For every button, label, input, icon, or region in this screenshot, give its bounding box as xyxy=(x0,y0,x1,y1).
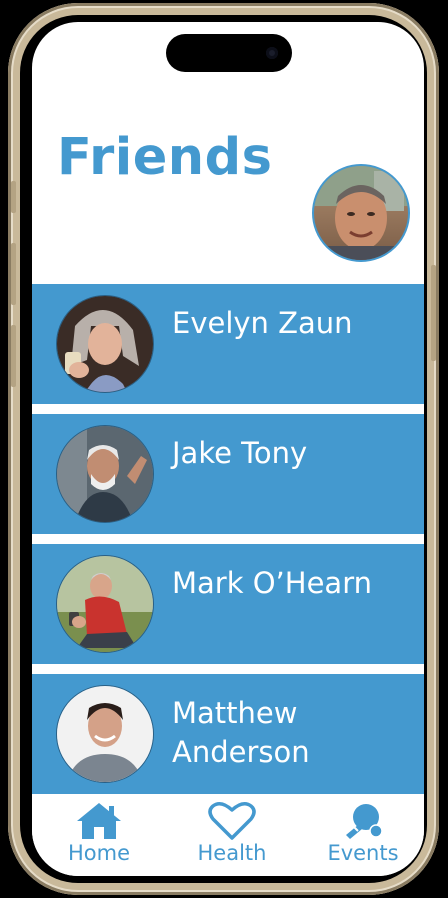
friend-avatar xyxy=(56,295,154,393)
profile-photo xyxy=(314,166,408,260)
tab-health[interactable]: Health xyxy=(177,801,287,865)
tab-home-label: Home xyxy=(67,841,130,865)
volume-down-button xyxy=(11,325,16,387)
friend-row[interactable]: Jake Tony xyxy=(32,414,424,534)
volume-up-button xyxy=(11,243,16,305)
friend-name: Matthew Anderson xyxy=(172,696,310,769)
friend-row[interactable]: Mark O’Hearn xyxy=(32,544,424,664)
friend-avatar xyxy=(56,555,154,653)
friend-avatar xyxy=(56,685,154,783)
dynamic-island xyxy=(166,34,292,72)
tab-events-label: Events xyxy=(327,841,399,865)
friend-avatar xyxy=(56,425,154,523)
tab-events[interactable]: Events xyxy=(308,801,418,865)
friend-name: Jake Tony xyxy=(172,436,308,470)
friend-name: Mark O’Hearn xyxy=(172,566,372,600)
tab-bar: Home Health Events xyxy=(32,795,424,876)
power-button xyxy=(431,265,436,361)
action-button xyxy=(11,181,16,213)
heart-icon xyxy=(208,802,256,840)
app-screen: Friends Evelyn Zaun Jake Tony Mark O’Hea… xyxy=(32,22,424,876)
page-title: Friends xyxy=(57,128,273,187)
friends-list: Evelyn Zaun Jake Tony Mark O’Hearn Matth… xyxy=(32,284,424,804)
friend-row[interactable]: Matthew Anderson xyxy=(32,674,424,794)
friend-name: Evelyn Zaun xyxy=(172,306,353,340)
front-camera xyxy=(266,47,278,59)
tab-home[interactable]: Home xyxy=(44,801,154,865)
ping-pong-icon xyxy=(346,804,383,839)
friend-row[interactable]: Evelyn Zaun xyxy=(32,284,424,404)
profile-avatar[interactable] xyxy=(312,164,410,262)
tab-health-label: Health xyxy=(197,841,267,865)
home-icon xyxy=(77,803,121,839)
